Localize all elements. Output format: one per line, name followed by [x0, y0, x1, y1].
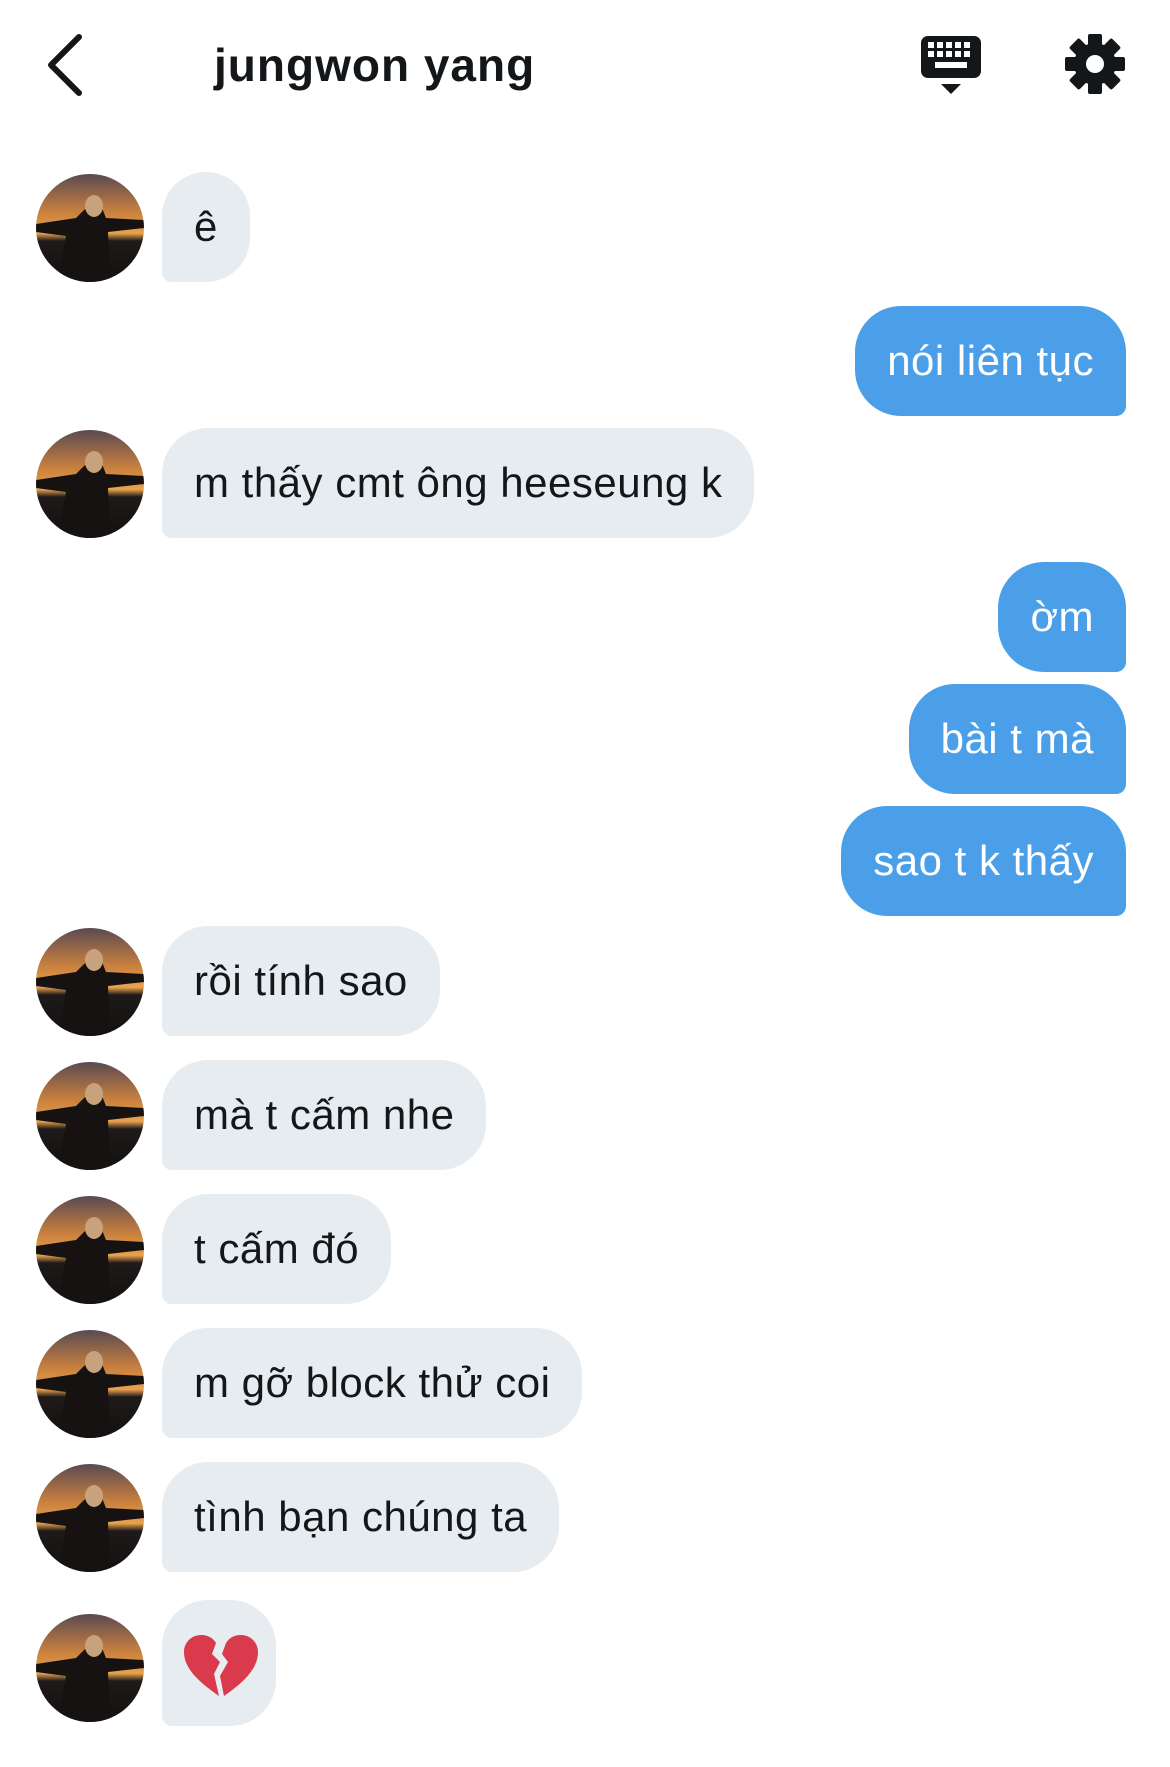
message-row-incoming: m thấy cmt ông heeseung k: [0, 428, 1170, 538]
avatar[interactable]: [36, 1330, 144, 1438]
avatar[interactable]: [36, 928, 144, 1036]
message-row-incoming: 💔: [0, 1600, 1170, 1726]
message-bubble-outgoing[interactable]: nói liên tục: [855, 306, 1126, 416]
chat-header: jungwon yang: [0, 0, 1170, 130]
message-row-incoming: ê: [0, 172, 1170, 282]
message-bubble-incoming[interactable]: tình bạn chúng ta: [162, 1462, 560, 1572]
message-bubble-incoming[interactable]: m gỡ block thử coi: [162, 1328, 583, 1438]
avatar[interactable]: [36, 1614, 144, 1722]
avatar[interactable]: [36, 430, 144, 538]
message-bubble-incoming[interactable]: ê: [162, 172, 250, 282]
message-bubble-incoming[interactable]: mà t cấm nhe: [162, 1060, 487, 1170]
message-row-incoming: rồi tính sao: [0, 926, 1170, 1036]
avatar[interactable]: [36, 1464, 144, 1572]
keyboard-icon: [921, 36, 981, 94]
conversation-title: jungwon yang: [214, 39, 536, 91]
avatar-photo: [36, 1464, 144, 1572]
avatar[interactable]: [36, 174, 144, 282]
avatar-photo: [36, 1330, 144, 1438]
avatar-photo: [36, 1062, 144, 1170]
message-bubble-outgoing[interactable]: sao t k thấy: [841, 806, 1126, 916]
message-row-incoming: t cấm đó: [0, 1194, 1170, 1304]
broken-heart-emoji: 💔: [184, 1635, 258, 1696]
message-bubble-incoming[interactable]: rồi tính sao: [162, 926, 440, 1036]
settings-button[interactable]: [1060, 30, 1130, 100]
back-button[interactable]: [40, 30, 90, 100]
avatar-photo: [36, 928, 144, 1036]
keyboard-button[interactable]: [915, 32, 985, 102]
message-bubble-incoming[interactable]: m thấy cmt ông heeseung k: [162, 428, 755, 538]
avatar-photo: [36, 1196, 144, 1304]
avatar[interactable]: [36, 1196, 144, 1304]
gear-icon: [1065, 34, 1125, 94]
avatar[interactable]: [36, 1062, 144, 1170]
avatar-photo: [36, 174, 144, 282]
avatar-photo: [36, 430, 144, 538]
message-row-outgoing: sao t k thấy: [0, 806, 1170, 916]
message-row-incoming: tình bạn chúng ta: [0, 1462, 1170, 1572]
message-row-incoming: mà t cấm nhe: [0, 1060, 1170, 1170]
chevron-left-icon: [48, 34, 82, 96]
message-row-outgoing: ờm: [0, 562, 1170, 672]
message-row-outgoing: nói liên tục: [0, 306, 1170, 416]
message-row-outgoing: bài t mà: [0, 684, 1170, 794]
message-bubble-incoming[interactable]: 💔: [162, 1600, 276, 1726]
message-row-incoming: m gỡ block thử coi: [0, 1328, 1170, 1438]
message-bubble-outgoing[interactable]: ờm: [998, 562, 1126, 672]
message-bubble-outgoing[interactable]: bài t mà: [908, 684, 1126, 794]
message-bubble-incoming[interactable]: t cấm đó: [162, 1194, 392, 1304]
avatar-photo: [36, 1614, 144, 1722]
